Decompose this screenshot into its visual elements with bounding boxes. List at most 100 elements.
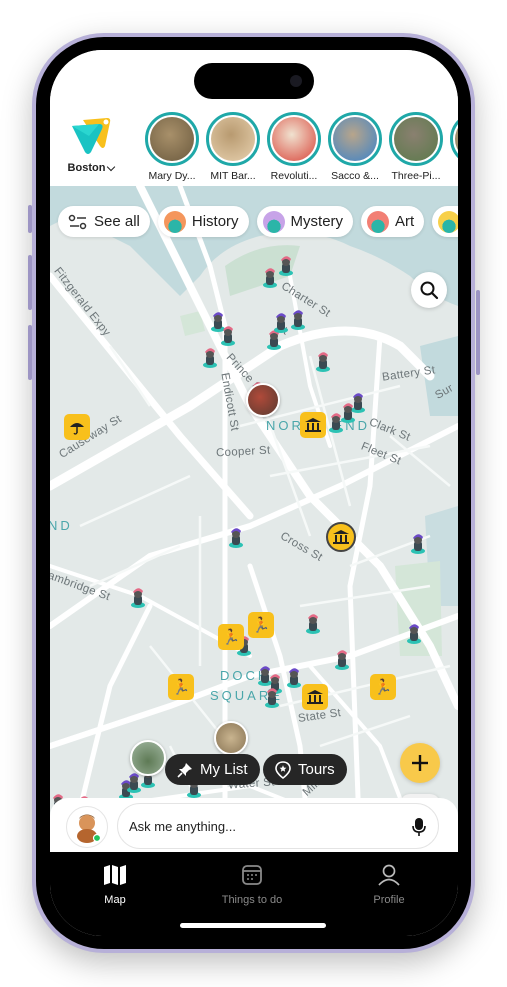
map-icon [104,865,126,885]
volume-up-button [28,255,32,310]
ask-input[interactable]: Ask me anything... [117,803,439,849]
action-button [28,205,32,233]
ask-bar: Ask me anything... [50,798,458,852]
character-marker[interactable] [228,526,244,548]
photo-place-marker[interactable] [214,721,248,755]
map-view[interactable]: Charter St St Battery St Prince St Endic… [50,186,458,850]
plus-icon [412,755,428,771]
character-marker[interactable] [262,266,278,288]
story-label: Mary Dy... [148,170,196,182]
city-selector[interactable]: Boston [60,116,122,174]
filter-chip-art[interactable]: Art [361,206,425,237]
museum-icon [305,418,321,432]
story-thumbnail [267,112,321,166]
character-marker[interactable] [315,350,331,372]
chevron-down-icon [107,162,116,171]
museum-icon [333,530,349,544]
tab-map[interactable]: Map [65,864,165,906]
art-category-icon [367,210,390,233]
character-marker[interactable] [410,532,426,554]
character-marker[interactable] [305,612,321,634]
story-thumbnail [450,112,458,166]
story-item[interactable]: Mary Dy... [145,112,199,182]
activity-poi-marker[interactable]: 🏃 [370,674,396,700]
museum-poi-marker[interactable] [300,412,326,438]
character-marker[interactable] [273,311,289,333]
my-list-button[interactable]: My List [165,754,260,785]
story-item[interactable]: Jo... [450,112,458,182]
search-icon [420,281,439,300]
story-item[interactable]: Sacco &... [328,112,382,182]
story-item[interactable]: MIT Bar... [206,112,260,182]
microphone-icon[interactable] [412,817,426,837]
tab-bar: Map Things to do Profile [50,852,458,936]
story-thumbnail [145,112,199,166]
character-marker[interactable] [278,254,294,276]
story-label: Jo... [450,170,458,182]
see-all-button[interactable]: See all [58,206,150,237]
character-marker[interactable] [290,308,306,330]
activity-poi-marker[interactable]: 🏃 [248,612,274,638]
see-all-label: See all [94,213,140,230]
runner-icon: 🏃 [373,679,393,696]
tab-profile[interactable]: Profile [339,864,439,906]
volume-down-button [28,325,32,380]
story-label: Revoluti... [270,170,318,182]
map-canvas [50,186,458,850]
tours-label: Tours [298,761,335,778]
character-marker[interactable] [328,411,344,433]
story-item[interactable]: Revoluti... [267,112,321,182]
museum-poi-marker[interactable] [302,684,328,710]
tab-label: Profile [373,894,405,906]
filter-chip-more[interactable] [432,206,458,237]
runner-icon: 🏃 [171,679,191,696]
character-marker[interactable] [406,622,422,644]
activity-poi-marker[interactable]: 🏃 [168,674,194,700]
character-marker[interactable] [220,324,236,346]
filter-chip-mystery[interactable]: Mystery [256,206,354,237]
category-filters: See all History Mystery Art [58,206,458,237]
guide-character-icon [77,814,102,843]
story-label: MIT Bar... [210,170,256,182]
story-thumbnail [206,112,260,166]
power-button [476,290,480,375]
story-label: Sacco &... [331,170,379,182]
character-marker[interactable] [334,648,350,670]
photo-place-marker[interactable] [130,740,166,776]
weather-poi-marker[interactable] [64,414,90,440]
character-marker[interactable] [202,346,218,368]
chip-label: Mystery [290,213,344,230]
home-indicator [180,923,326,928]
story-thumbnail [389,112,443,166]
dynamic-island [194,63,314,99]
tab-things-to-do[interactable]: Things to do [202,864,302,906]
filter-chip-history[interactable]: History [157,206,249,237]
city-name: Boston [67,162,106,174]
app-logo-icon [69,116,113,156]
app-screen: Boston Mary Dy... MIT Bar... Revoluti... Sa… [50,50,458,936]
calendar-icon [242,865,262,885]
chip-label: Art [395,213,415,230]
character-marker[interactable] [264,686,280,708]
location-star-icon [275,760,291,779]
mystery-category-icon [262,210,285,233]
story-thumbnail [328,112,382,166]
story-item[interactable]: Three-Pi... [389,112,443,182]
story-carousel[interactable]: Mary Dy... MIT Bar... Revoluti... Sacco &..… [145,112,458,182]
activity-poi-marker[interactable]: 🏃 [218,624,244,650]
tours-button[interactable]: Tours [263,754,347,785]
tab-label: Things to do [221,894,283,906]
photo-place-marker[interactable] [246,383,280,417]
chip-label: History [191,213,239,230]
my-list-label: My List [200,761,248,778]
character-marker[interactable] [286,666,302,688]
ask-placeholder: Ask me anything... [129,818,236,834]
character-marker[interactable] [130,586,146,608]
pushpin-icon [177,762,192,778]
history-category-icon [163,210,186,233]
guide-avatar[interactable] [66,806,108,848]
district-label: ND [50,518,73,533]
add-place-button[interactable] [400,743,440,783]
museum-poi-marker[interactable] [326,522,356,552]
map-search-button[interactable] [411,272,447,308]
